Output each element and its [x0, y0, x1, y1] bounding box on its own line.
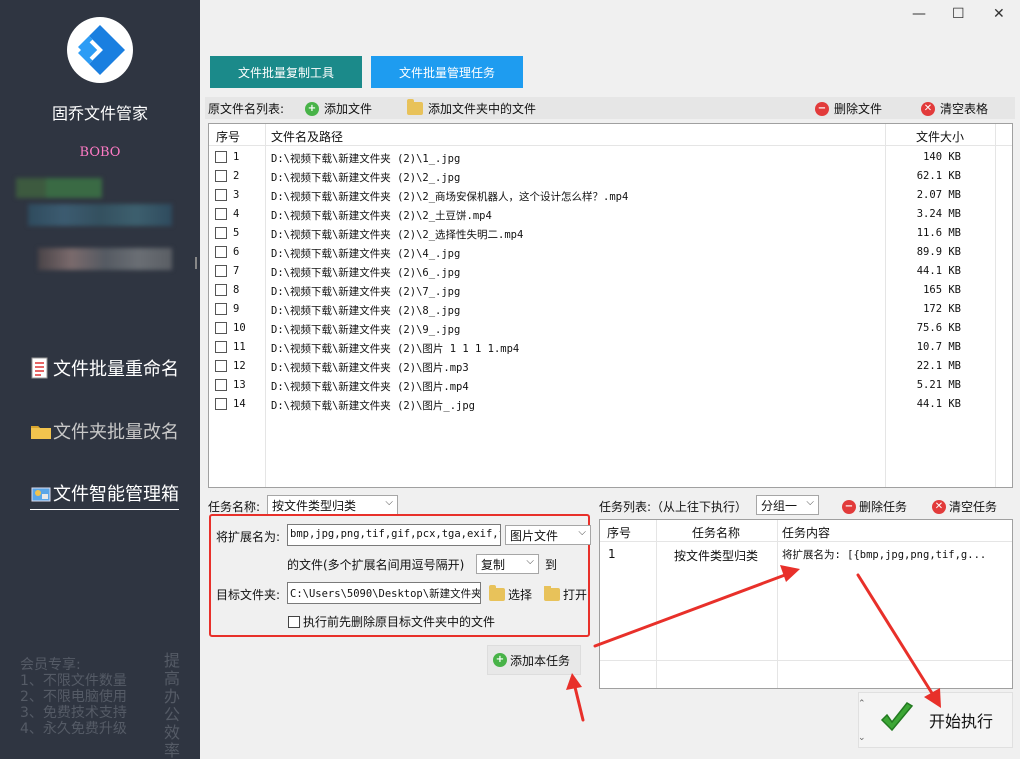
- arrow-to-task-list: [593, 570, 795, 648]
- arrow-head: [566, 673, 582, 690]
- arrow-head: [780, 565, 800, 582]
- annotation-arrows: [566, 565, 941, 722]
- arrow-head: [924, 688, 941, 708]
- arrow-to-start: [856, 573, 937, 700]
- arrow-to-add-task: [572, 681, 585, 722]
